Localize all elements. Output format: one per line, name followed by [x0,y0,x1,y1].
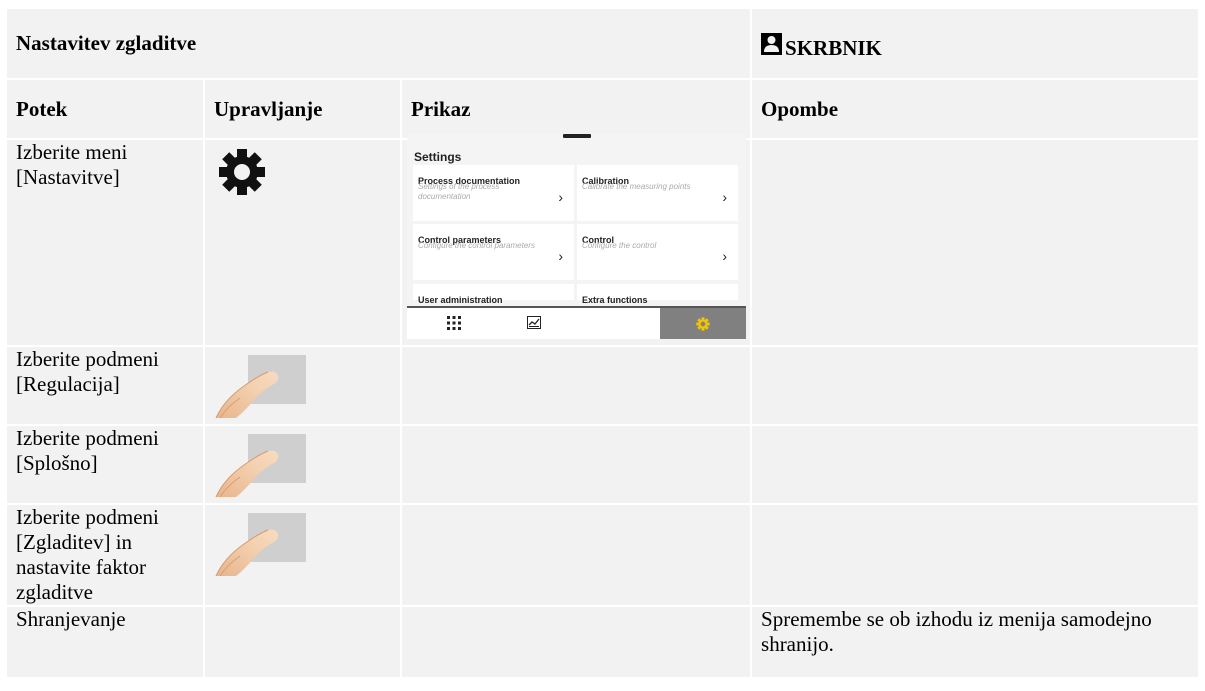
chevron-right-icon: › [558,189,563,205]
col-header-prikaz: Prikaz [402,80,753,140]
control-cell [205,347,402,426]
nav-settings-selected[interactable] [660,308,746,339]
tile-calibration[interactable]: Calibration Calibrate the measuring poin… [577,165,738,221]
tile-control-parameters[interactable]: Control parameters Configure the control… [413,224,574,280]
chevron-right-icon: › [722,189,727,205]
steps-table: Nastavitev zgladitve SKRBNIK Potek Uprav… [7,9,1199,679]
table-row: Izberite podmeni [Zgladitev] in nastavit… [7,505,1199,607]
gear-icon [696,317,710,331]
control-cell [205,140,402,347]
procedure-table: Nastavitev zgladitve SKRBNIK Potek Uprav… [7,9,1199,679]
col-header-potek: Potek [7,80,205,140]
display-cell [402,505,753,607]
table-row: Izberite podmeni [Splošno] [7,426,1199,505]
settings-screen: Settings Process documentation Settings … [407,134,746,339]
person-icon [761,32,783,55]
note-cell [752,347,1199,426]
note-cell [752,140,1199,347]
step-text: Izberite meni [Nastavitve] [7,140,205,347]
table-row: Izberite podmeni [Regulacija] [7,347,1199,426]
bottom-nav [407,306,746,339]
display-cell [402,347,753,426]
tile-subtitle: Settings of the process documentation [418,182,500,201]
role-cell: SKRBNIK [752,9,1199,80]
step-text: Izberite podmeni [Regulacija] [7,347,205,426]
tile-extra-functions[interactable]: Extra functions [577,284,738,305]
section-title: Nastavitev zgladitve [7,9,753,80]
display-cell [402,607,753,679]
tile-subtitle: Calibrate the measuring points [582,182,691,191]
note-cell [752,426,1199,505]
col-header-upravljanje: Upravljanje [205,80,402,140]
touch-finger-icon [215,513,306,577]
chevron-right-icon: › [722,248,727,264]
tile-control[interactable]: Control Configure the control › [577,224,738,280]
tile-user-administration[interactable]: User administration [413,284,574,305]
gear-icon [219,149,265,195]
touch-finger-icon [215,355,306,419]
touch-finger-icon [215,434,306,498]
step-text: Izberite podmeni [Splošno] [7,426,205,505]
table-row: Shranjevanje Spremembe se ob izhodu iz m… [7,607,1199,679]
title-row: Nastavitev zgladitve SKRBNIK [7,9,1199,80]
control-cell [205,607,402,679]
screen-notch [563,134,591,138]
display-cell: Settings Process documentation Settings … [402,134,753,347]
control-cell [205,505,402,607]
chart-icon[interactable] [527,316,541,329]
note-cell [752,505,1199,607]
column-header-row: Potek Upravljanje Prikaz Opombe [7,80,1199,140]
table-row: Izberite meni [Nastavitve] Settings Proc… [7,134,1199,347]
tile-subtitle: Configure the control [582,241,657,250]
col-header-opombe: Opombe [752,80,1199,140]
tile-process-documentation[interactable]: Process documentation Settings of the pr… [413,165,574,221]
chevron-right-icon: › [558,248,563,264]
display-cell [402,426,753,505]
tile-subtitle: Configure the control parameters [418,241,535,250]
step-text: Izberite podmeni [Zgladitev] in nastavit… [7,505,205,607]
note-cell: Spremembe se ob izhodu iz menija samodej… [752,607,1199,679]
role-label: SKRBNIK [785,35,882,60]
control-cell [205,426,402,505]
step-text: Shranjevanje [7,607,205,679]
grid-icon[interactable] [447,316,461,330]
